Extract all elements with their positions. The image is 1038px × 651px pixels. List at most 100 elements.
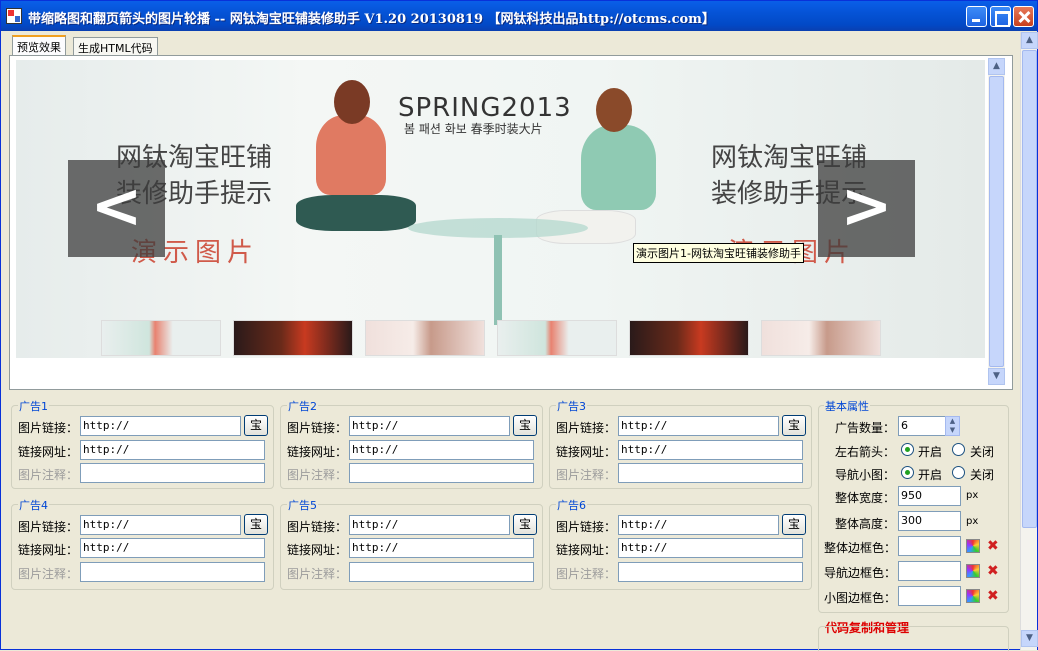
link-url-label: 链接网址： (18, 543, 79, 557)
img-note-input[interactable] (349, 463, 534, 483)
minimize-button[interactable] (966, 6, 987, 27)
link-url-label: 链接网址： (287, 445, 348, 459)
color-picker-icon[interactable] (966, 539, 980, 553)
color-picker-icon[interactable] (966, 564, 980, 578)
main-scrollbar[interactable]: ▲ ▼ (1020, 32, 1038, 650)
preview-scrollbar[interactable]: ▲ ▼ (988, 58, 1005, 385)
ad-group-title: 广告3 (556, 398, 587, 414)
thumbs-off-radio[interactable] (952, 466, 965, 479)
scroll-up-icon[interactable]: ▲ (1021, 32, 1038, 49)
bao-button[interactable]: 宝 (244, 415, 268, 436)
spring-subtitle: 봄 패션 화보 春季时装大片 (404, 122, 543, 136)
next-arrow-button[interactable]: > (818, 160, 915, 257)
img-note-label: 图片注释： (287, 567, 348, 581)
window-title: 带缩略图和翻页箭头的图片轮播 -- 网钛淘宝旺铺装修助手 V1.20 20130… (28, 12, 715, 27)
img-link-label: 图片链接： (18, 421, 79, 435)
clear-color-icon[interactable]: ✖ (987, 539, 1001, 553)
img-link-label: 图片链接： (287, 421, 348, 435)
link-url-input[interactable]: http:// (618, 440, 803, 460)
thumbnail-1[interactable] (101, 320, 221, 356)
woman-left-legs (296, 195, 416, 231)
basic-properties-title: 基本属性 (824, 398, 870, 414)
img-note-input[interactable] (349, 562, 534, 582)
ad-count-label: 广告数量： (835, 421, 896, 435)
thumbnail-2[interactable] (233, 320, 353, 356)
clear-color-icon[interactable]: ✖ (987, 589, 1001, 603)
border-color-label: 整体边框色： (824, 541, 897, 555)
img-link-input[interactable]: http:// (80, 515, 241, 535)
scroll-up-icon[interactable]: ▲ (988, 58, 1005, 75)
scroll-thumb[interactable] (989, 76, 1004, 367)
bao-button[interactable]: 宝 (244, 514, 268, 535)
spin-up-icon[interactable]: ▲ (946, 417, 959, 426)
close-button[interactable] (1013, 6, 1034, 27)
img-note-input[interactable] (80, 562, 265, 582)
arrows-off-radio[interactable] (952, 443, 965, 456)
link-url-input[interactable]: http:// (618, 538, 803, 558)
img-note-input[interactable] (618, 463, 803, 483)
thumbnail-5[interactable] (629, 320, 749, 356)
arrows-on-radio[interactable] (901, 443, 914, 456)
img-link-input[interactable]: http:// (80, 416, 241, 436)
ad-group-title: 广告6 (556, 497, 587, 513)
ad-group-5: 广告5 图片链接： http:// 宝 链接网址： http:// 图片注释： (280, 497, 543, 590)
thumbnail-4[interactable] (497, 320, 617, 356)
clear-color-icon[interactable]: ✖ (987, 564, 1001, 578)
image-tooltip: 演示图片1-网钛淘宝旺铺装修助手 (633, 243, 804, 263)
bao-button[interactable]: 宝 (782, 415, 806, 436)
basic-properties-group: 基本属性 广告数量： 6 ▲ ▼ 左右箭头： 开启 关闭 导航小图： 开启 关闭… (818, 398, 1009, 613)
height-label: 整体高度： (835, 517, 896, 531)
width-input[interactable]: 950 (898, 486, 961, 506)
prev-arrow-button[interactable]: < (68, 160, 165, 257)
thumbs-on-radio[interactable] (901, 466, 914, 479)
border-color-input[interactable] (898, 536, 961, 556)
tab-preview[interactable]: 预览效果 (12, 35, 66, 56)
woman-left-figure (316, 115, 386, 195)
spin-down-icon[interactable]: ▼ (946, 426, 959, 435)
arrows-label: 左右箭头： (835, 445, 896, 459)
img-link-input[interactable]: http:// (349, 416, 510, 436)
img-note-input[interactable] (80, 463, 265, 483)
bao-button[interactable]: 宝 (513, 514, 537, 535)
ad-group-title: 广告2 (287, 398, 318, 414)
img-note-input[interactable] (618, 562, 803, 582)
img-link-input[interactable]: http:// (618, 515, 779, 535)
woman-right-figure (581, 125, 656, 210)
link-url-label: 链接网址： (556, 445, 617, 459)
img-note-label: 图片注释： (287, 468, 348, 482)
link-url-input[interactable]: http:// (349, 440, 534, 460)
tab-generate-html[interactable]: 生成HTML代码 (73, 37, 158, 55)
app-icon (6, 8, 22, 24)
app-window: 带缩略图和翻页箭头的图片轮播 -- 网钛淘宝旺铺装修助手 V1.20 20130… (0, 0, 1038, 651)
img-link-label: 图片链接： (18, 520, 79, 534)
bao-button[interactable]: 宝 (513, 415, 537, 436)
ad-count-spinner[interactable]: ▲ ▼ (945, 416, 960, 436)
width-label: 整体宽度： (835, 491, 896, 505)
img-link-input[interactable]: http:// (618, 416, 779, 436)
link-url-input[interactable]: http:// (349, 538, 534, 558)
scroll-down-icon[interactable]: ▼ (1021, 630, 1038, 647)
arrows-off-label: 关闭 (970, 445, 995, 459)
img-note-label: 图片注释： (18, 468, 79, 482)
link-url-input[interactable]: http:// (80, 440, 265, 460)
img-link-input[interactable]: http:// (349, 515, 510, 535)
maximize-button[interactable] (990, 6, 1011, 27)
height-input[interactable]: 300 (898, 511, 961, 531)
bao-button[interactable]: 宝 (782, 514, 806, 535)
thumbnail-3[interactable] (365, 320, 485, 356)
nav-border-label: 导航边框色： (824, 566, 897, 580)
ad-group-title: 广告1 (18, 398, 49, 414)
thumbs-off-label: 关闭 (970, 468, 995, 482)
scroll-down-icon[interactable]: ▼ (988, 368, 1005, 385)
nav-border-input[interactable] (898, 561, 961, 581)
img-note-label: 图片注释： (18, 567, 79, 581)
img-link-label: 图片链接： (556, 520, 617, 534)
scroll-thumb[interactable] (1022, 50, 1037, 528)
thumb-border-input[interactable] (898, 586, 961, 606)
color-picker-icon[interactable] (966, 589, 980, 603)
link-url-input[interactable]: http:// (80, 538, 265, 558)
title-bar[interactable]: 带缩略图和翻页箭头的图片轮播 -- 网钛淘宝旺铺装修助手 V1.20 20130… (1, 1, 1037, 31)
img-note-label: 图片注释： (556, 468, 617, 482)
link-url-label: 链接网址： (287, 543, 348, 557)
thumbnail-6[interactable] (761, 320, 881, 356)
